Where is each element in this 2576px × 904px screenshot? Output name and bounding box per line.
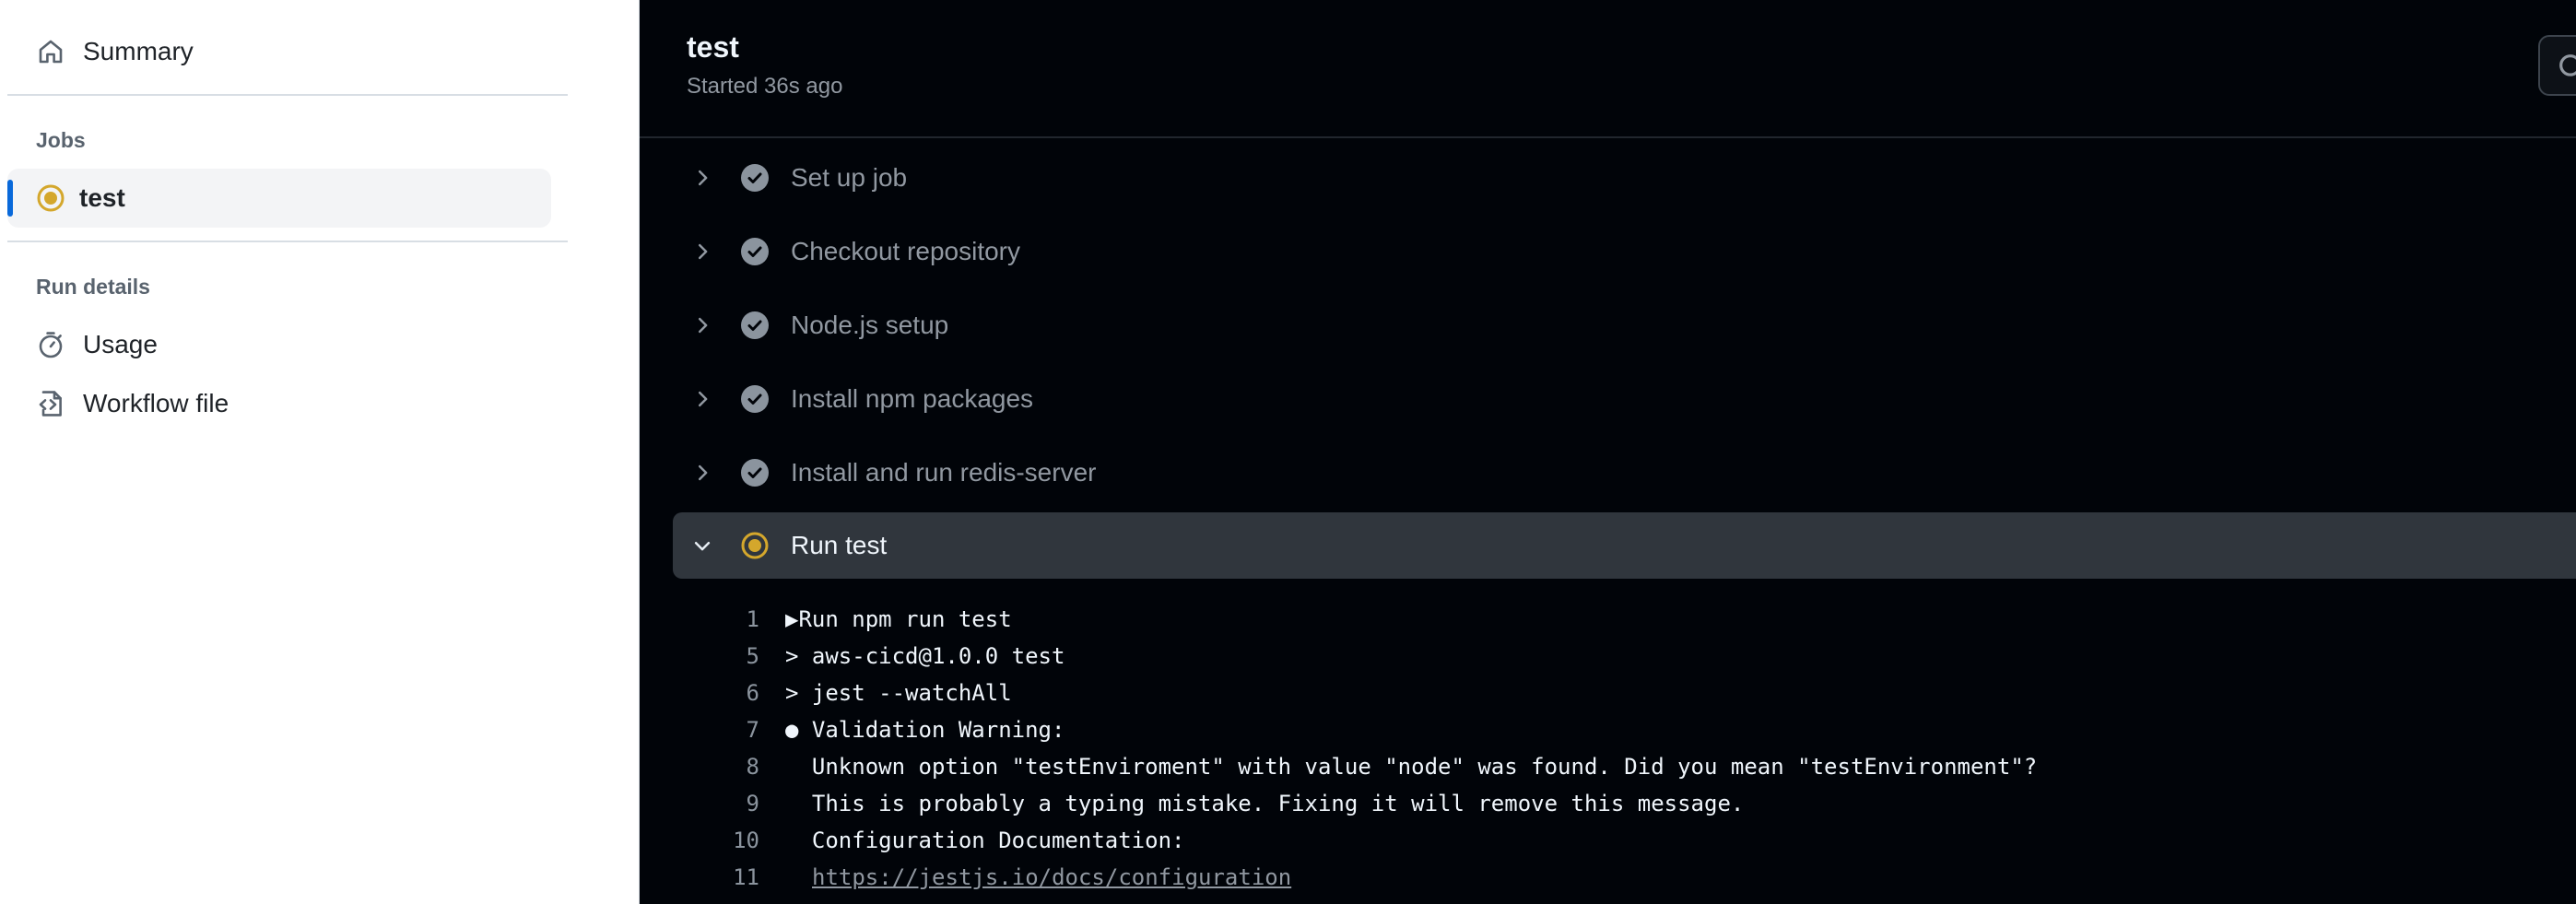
- check-circle-icon: [739, 162, 770, 194]
- log-line: 6 > jest --watchAll: [640, 675, 1012, 711]
- summary-label: Summary: [83, 37, 194, 65]
- check-circle-icon: [739, 310, 770, 341]
- check-circle-icon: [739, 383, 770, 415]
- line-number[interactable]: 10: [640, 828, 759, 853]
- sidebar-divider: [7, 241, 568, 242]
- chevron-right-icon[interactable]: [688, 384, 717, 414]
- log-line: 8 Unknown option "testEnviroment" with v…: [640, 748, 2038, 785]
- sidebar-job-label: test: [79, 183, 125, 212]
- workflow-file-label: Workflow file: [83, 389, 229, 417]
- summary-link[interactable]: Summary: [35, 24, 194, 79]
- log-text: Configuration Documentation:: [785, 828, 1185, 853]
- line-number[interactable]: 6: [640, 680, 759, 706]
- log-text: ● Validation Warning:: [785, 717, 1065, 743]
- log-text: > jest --watchAll: [785, 680, 1012, 706]
- step-label: Set up job: [791, 163, 908, 192]
- home-icon: [35, 36, 66, 67]
- usage-label: Usage: [83, 330, 158, 358]
- step-row[interactable]: Checkout repository: [673, 218, 2576, 285]
- log-line: 11 https://jestjs.io/docs/configuration: [640, 859, 1291, 896]
- log-text: This is probably a typing mistake. Fixin…: [785, 791, 1745, 816]
- line-number[interactable]: 1: [640, 606, 759, 632]
- in-progress-icon: [739, 530, 770, 561]
- line-number[interactable]: 5: [640, 643, 759, 669]
- log-line[interactable]: 1 ▶Run npm run test: [640, 601, 1012, 638]
- run-details-heading: Run details: [36, 275, 150, 299]
- line-number[interactable]: 7: [640, 717, 759, 743]
- step-label: Checkout repository: [791, 237, 1021, 265]
- file-code-icon: [35, 388, 66, 419]
- search-logs-input[interactable]: [2538, 35, 2576, 96]
- chevron-right-icon[interactable]: [688, 311, 717, 340]
- app: Summary Jobs test Run details Usage Work…: [0, 0, 2576, 904]
- chevron-right-icon[interactable]: [688, 163, 717, 193]
- workflow-file-link[interactable]: Workflow file: [35, 376, 229, 431]
- chevron-right-icon[interactable]: [688, 237, 717, 266]
- log-line: 10 Configuration Documentation:: [640, 822, 1184, 859]
- job-log-panel: test Started 36s ago Set up job Checkout…: [640, 0, 2576, 904]
- step-row[interactable]: Install and run redis-server: [673, 440, 2576, 506]
- log-text: ▶Run npm run test: [785, 606, 1012, 632]
- in-progress-icon: [35, 182, 66, 214]
- search-icon: [2557, 52, 2576, 88]
- log-line: 9 This is probably a typing mistake. Fix…: [640, 785, 1745, 822]
- step-label: Install and run redis-server: [791, 458, 1097, 487]
- sidebar-divider: [7, 94, 568, 96]
- chevron-down-icon[interactable]: [688, 531, 717, 560]
- step-row[interactable]: Install npm packages: [673, 366, 2576, 432]
- jobs-heading: Jobs: [36, 128, 86, 152]
- step-label: Install npm packages: [791, 384, 1034, 413]
- sidebar-job-test[interactable]: test: [7, 169, 551, 228]
- sidebar: Summary Jobs test Run details Usage Work…: [0, 0, 640, 904]
- line-number[interactable]: 9: [640, 791, 759, 816]
- check-circle-icon: [739, 457, 770, 488]
- stopwatch-icon: [35, 329, 66, 360]
- step-row[interactable]: Node.js setup: [673, 292, 2576, 358]
- job-header: test Started 36s ago: [640, 0, 2576, 138]
- log-line: 7 ● Validation Warning:: [640, 711, 1065, 748]
- log-text: > aws-cicd@1.0.0 test: [785, 643, 1065, 669]
- active-indicator: [7, 180, 13, 217]
- usage-link[interactable]: Usage: [35, 317, 158, 372]
- step-label: Node.js setup: [791, 311, 949, 339]
- line-number[interactable]: 11: [640, 864, 759, 890]
- log-text: Unknown option "testEnviroment" with val…: [785, 754, 2038, 780]
- job-title: test: [687, 30, 739, 64]
- line-number[interactable]: 8: [640, 754, 759, 780]
- check-circle-icon: [739, 236, 770, 267]
- step-row-expanded[interactable]: Run test: [673, 512, 2576, 579]
- step-label: Run test: [791, 531, 888, 559]
- step-row[interactable]: Set up job: [673, 145, 2576, 211]
- chevron-right-icon[interactable]: [688, 458, 717, 487]
- log-line: 5 > aws-cicd@1.0.0 test: [640, 638, 1065, 675]
- jest-docs-link[interactable]: https://jestjs.io/docs/configuration: [812, 864, 1291, 890]
- job-started-time: Started 36s ago: [687, 74, 843, 99]
